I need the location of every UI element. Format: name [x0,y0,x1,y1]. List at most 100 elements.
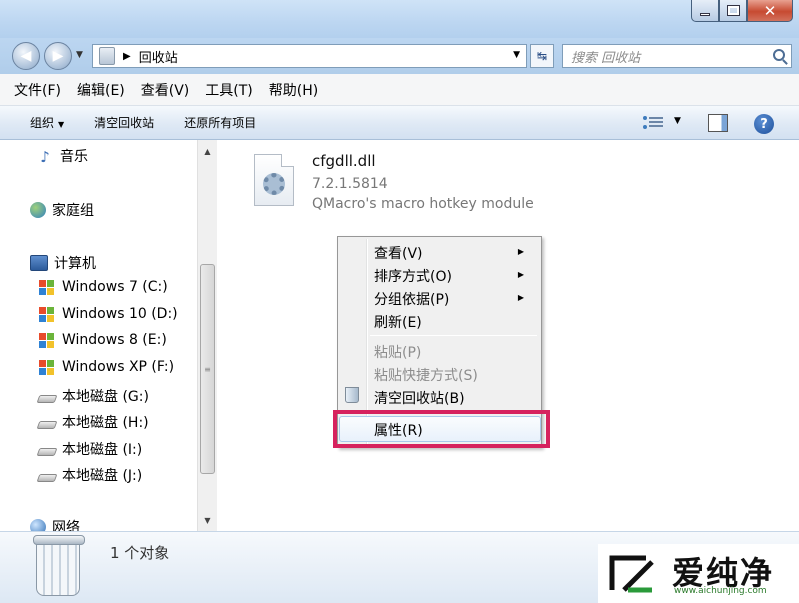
view-dropdown-icon[interactable]: ▼ [674,116,681,126]
help-icon[interactable]: ? [754,114,774,134]
nav-scrollbar[interactable]: ▲ ≡ ▼ [197,140,217,531]
title-bar: ✕ [0,0,799,38]
nav-item-homegroup[interactable]: 家庭组 [30,200,94,220]
watermark-url: www.aichunjing.com [674,586,767,596]
minimize-button[interactable] [691,0,719,22]
maximize-icon [726,5,740,16]
navigation-pane: ♪ 音乐 家庭组 计算机 Windows 7 (C:) Windows 10 (… [0,140,217,531]
recycle-bin-icon [33,535,85,596]
ctx-empty-recycle-bin[interactable]: 清空回收站(B) [374,388,465,408]
item-count: 1 个对象 [110,544,170,562]
properties-highlight-box [333,410,550,448]
nav-item-drive-j[interactable]: 本地磁盘 (J:) [36,465,143,485]
nav-item-computer[interactable]: 计算机 [30,253,96,273]
nav-item-drive-h[interactable]: 本地磁盘 (H:) [36,412,149,432]
nav-item-label: Windows 8 (E:) [62,332,167,348]
nav-item-label: 本地磁盘 (J:) [62,468,143,484]
address-bar[interactable]: ▶ 回收站 ▼ [92,44,527,68]
ctx-group-by[interactable]: 分组依据(P) ▶ [374,289,534,309]
network-icon [30,519,46,531]
watermark: 爱纯净 www.aichunjing.com [598,544,799,603]
nav-item-network[interactable]: 网络 [30,517,80,531]
view-options-icon[interactable] [643,115,663,131]
windows-drive-icon [38,306,56,322]
ctx-separator [370,335,537,336]
menu-file[interactable]: 文件(F) [14,80,61,100]
nav-item-label: 网络 [52,520,80,531]
scroll-thumb[interactable]: ≡ [200,264,215,474]
nav-item-drive-g[interactable]: 本地磁盘 (G:) [36,386,149,406]
disk-icon [36,421,58,429]
homegroup-icon [30,202,46,218]
submenu-arrow-icon: ▶ [517,270,524,279]
minimize-icon [700,13,710,16]
submenu-arrow-icon: ▶ [517,293,524,302]
ctx-refresh[interactable]: 刷新(E) [374,312,422,332]
ctx-paste-shortcut: 粘贴快捷方式(S) [374,368,478,384]
windows-drive-icon [38,332,56,348]
file-name[interactable]: cfgdll.dll [312,152,376,170]
menu-view[interactable]: 查看(V) [141,80,190,100]
nav-item-drive-c[interactable]: Windows 7 (C:) [38,279,168,295]
preview-pane-icon[interactable] [708,114,728,132]
ctx-label: 查看(V) [374,246,423,262]
forward-button[interactable]: ▶ [44,42,72,70]
organize-button[interactable]: 组织 ▼ [30,114,64,131]
restore-all-button[interactable]: 还原所有项目 [184,114,256,131]
ctx-label: 分组依据(P) [374,292,450,308]
nav-item-drive-d[interactable]: Windows 10 (D:) [38,306,178,322]
search-placeholder: 搜索 回收站 [571,50,641,66]
nav-item-label: 音乐 [60,149,88,165]
submenu-arrow-icon: ▶ [517,247,524,256]
disk-icon [36,448,58,456]
scroll-up-arrow-icon[interactable]: ▲ [198,142,217,160]
refresh-button[interactable]: ↹ [530,44,554,68]
chevron-down-icon: ▼ [58,120,65,129]
nav-item-label: 计算机 [54,256,96,272]
address-dropdown-icon[interactable]: ▼ [513,50,520,60]
nav-item-label: 本地磁盘 (G:) [62,389,149,405]
close-button[interactable]: ✕ [747,0,793,22]
nav-item-label: 本地磁盘 (I:) [62,442,143,458]
nav-item-label: Windows XP (F:) [62,359,175,375]
watermark-logo-icon [609,555,654,593]
file-description: QMacro's macro hotkey module [312,196,534,212]
command-bar: 组织 ▼ 清空回收站 还原所有项目 ▼ ? [0,106,799,140]
file-version: 7.2.1.5814 [312,176,388,192]
recent-pages-dropdown[interactable]: ▼ [76,50,83,60]
nav-item-drive-f[interactable]: Windows XP (F:) [38,359,174,375]
maximize-button[interactable] [719,0,747,22]
organize-label: 组织 [30,116,55,130]
music-icon: ♪ [40,148,50,166]
recycle-bin-icon [99,47,115,65]
menu-tools[interactable]: 工具(T) [205,80,252,100]
breadcrumb-arrow-icon[interactable]: ▶ [123,51,131,62]
windows-drive-icon [38,279,56,295]
ctx-view[interactable]: 查看(V) ▶ [374,243,534,263]
dll-file-icon[interactable] [254,154,294,206]
ctx-sort-by[interactable]: 排序方式(O) ▶ [374,266,534,286]
search-input[interactable]: 搜索 回收站 [562,44,792,68]
back-button[interactable]: ◀ [12,42,40,70]
scroll-down-arrow-icon[interactable]: ▼ [198,511,217,529]
gear-icon [263,173,285,195]
recycle-bin-icon [345,387,359,403]
search-icon[interactable] [773,49,785,61]
menu-edit[interactable]: 编辑(E) [77,80,125,100]
ctx-paste: 粘贴(P) [374,345,422,361]
nav-item-music[interactable]: ♪ 音乐 [36,146,88,166]
nav-item-label: 本地磁盘 (H:) [62,415,149,431]
address-row: ◀ ▶ ▼ ▶ 回收站 ▼ ↹ 搜索 回收站 [0,38,799,74]
disk-icon [36,395,58,403]
nav-item-drive-i[interactable]: 本地磁盘 (I:) [36,439,143,459]
breadcrumb-recycle-bin[interactable]: 回收站 [139,47,178,66]
nav-item-label: 家庭组 [52,203,94,219]
menu-help[interactable]: 帮助(H) [269,80,318,100]
empty-recycle-bin-button[interactable]: 清空回收站 [94,114,154,131]
menu-bar: 文件(F) 编辑(E) 查看(V) 工具(T) 帮助(H) [0,74,799,106]
disk-icon [36,474,58,482]
ctx-label: 排序方式(O) [374,269,452,285]
nav-item-label: Windows 10 (D:) [62,306,178,322]
nav-item-drive-e[interactable]: Windows 8 (E:) [38,332,167,348]
windows-drive-icon [38,359,56,375]
